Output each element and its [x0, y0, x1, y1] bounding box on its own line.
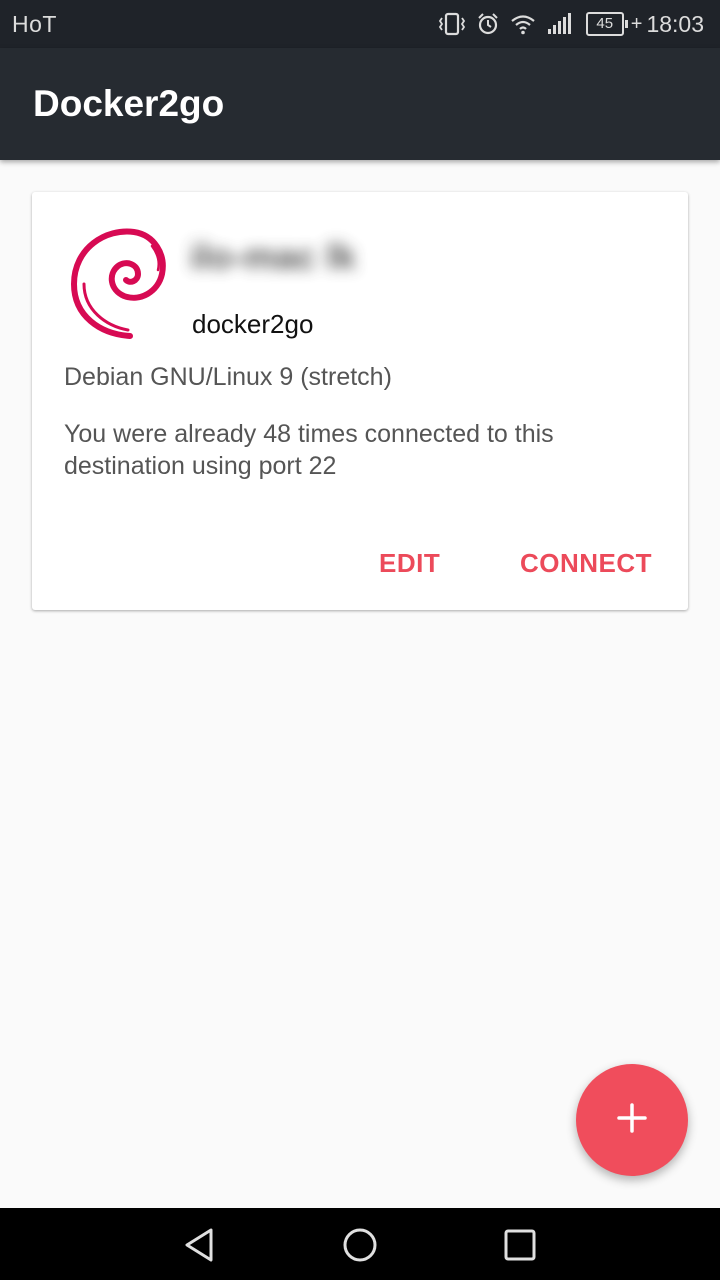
- debian-swirl-icon: [70, 226, 170, 341]
- clock: 18:03: [646, 10, 704, 37]
- wifi-icon: [510, 13, 536, 35]
- battery-icon: 45 +: [585, 12, 643, 36]
- host-user: docker2go: [192, 309, 314, 339]
- vibrate-icon: [438, 12, 466, 36]
- connection-info: You were already 48 times connected to t…: [64, 420, 554, 480]
- back-icon[interactable]: [180, 1226, 220, 1264]
- add-host-button[interactable]: [576, 1064, 688, 1176]
- recent-apps-icon[interactable]: [500, 1226, 540, 1264]
- host-card[interactable]: ilo-mac lk docker2go Debian GNU/Linux 9 …: [32, 192, 688, 610]
- navigation-bar: [0, 1208, 720, 1280]
- status-icons: 45 + 18:03: [428, 9, 704, 39]
- signal-icon: [546, 13, 574, 35]
- status-bar: HoT 45 + 18:03: [0, 0, 720, 48]
- host-name: ilo-mac lk: [190, 236, 357, 277]
- battery-charging-indicator: +: [630, 13, 643, 35]
- app-title: Docker2go: [33, 83, 225, 124]
- app-bar: Docker2go: [0, 48, 720, 160]
- carrier-label: HoT: [12, 11, 57, 37]
- home-icon[interactable]: [340, 1226, 380, 1264]
- os-description: Debian GNU/Linux 9 (stretch): [64, 363, 392, 391]
- alarm-icon: [476, 12, 500, 36]
- edit-button[interactable]: EDIT: [379, 548, 440, 579]
- battery-level: 45: [585, 12, 624, 36]
- plus-icon: [616, 1102, 648, 1139]
- connect-button[interactable]: CONNECT: [520, 548, 652, 579]
